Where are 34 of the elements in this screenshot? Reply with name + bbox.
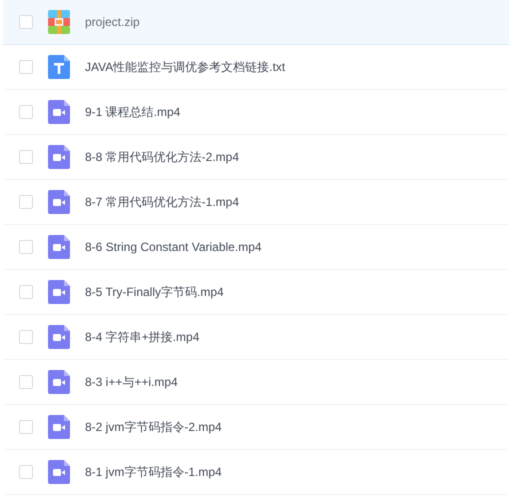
- checkbox[interactable]: [19, 375, 33, 389]
- video-file-icon: [48, 325, 70, 349]
- file-row[interactable]: project.zip: [3, 0, 509, 45]
- checkbox[interactable]: [19, 60, 33, 74]
- file-name[interactable]: 8-2 jvm字节码指令-2.mp4: [85, 418, 222, 436]
- file-name[interactable]: 8-6 String Constant Variable.mp4: [85, 238, 262, 256]
- text-file-icon: [48, 55, 70, 79]
- video-file-icon: [48, 190, 70, 214]
- checkbox[interactable]: [19, 195, 33, 209]
- video-file-icon: [48, 370, 70, 394]
- file-name[interactable]: 8-1 jvm字节码指令-1.mp4: [85, 463, 222, 481]
- file-name[interactable]: 8-7 常用代码优化方法-1.mp4: [85, 193, 240, 211]
- file-name[interactable]: 8-3 i++与++i.mp4: [85, 373, 178, 391]
- file-name[interactable]: 8-5 Try-Finally字节码.mp4: [85, 283, 224, 301]
- file-name[interactable]: JAVA性能监控与调优参考文档链接.txt: [85, 58, 286, 76]
- archive-icon: [48, 10, 70, 34]
- file-name[interactable]: project.zip: [85, 13, 140, 31]
- video-file-icon: [48, 145, 70, 169]
- file-name[interactable]: 8-8 常用代码优化方法-2.mp4: [85, 148, 240, 166]
- video-file-icon: [48, 415, 70, 439]
- checkbox[interactable]: [19, 420, 33, 434]
- checkbox[interactable]: [19, 105, 33, 119]
- checkbox[interactable]: [19, 330, 33, 344]
- video-file-icon: [48, 460, 70, 484]
- file-name[interactable]: 8-4 字符串+拼接.mp4: [85, 328, 200, 346]
- checkbox[interactable]: [19, 150, 33, 164]
- video-file-icon: [48, 100, 70, 124]
- checkbox[interactable]: [19, 285, 33, 299]
- video-file-icon: [48, 235, 70, 259]
- checkbox[interactable]: [19, 15, 33, 29]
- file-name[interactable]: 9-1 课程总结.mp4: [85, 103, 180, 121]
- checkbox[interactable]: [19, 240, 33, 254]
- video-file-icon: [48, 280, 70, 304]
- checkbox[interactable]: [19, 465, 33, 479]
